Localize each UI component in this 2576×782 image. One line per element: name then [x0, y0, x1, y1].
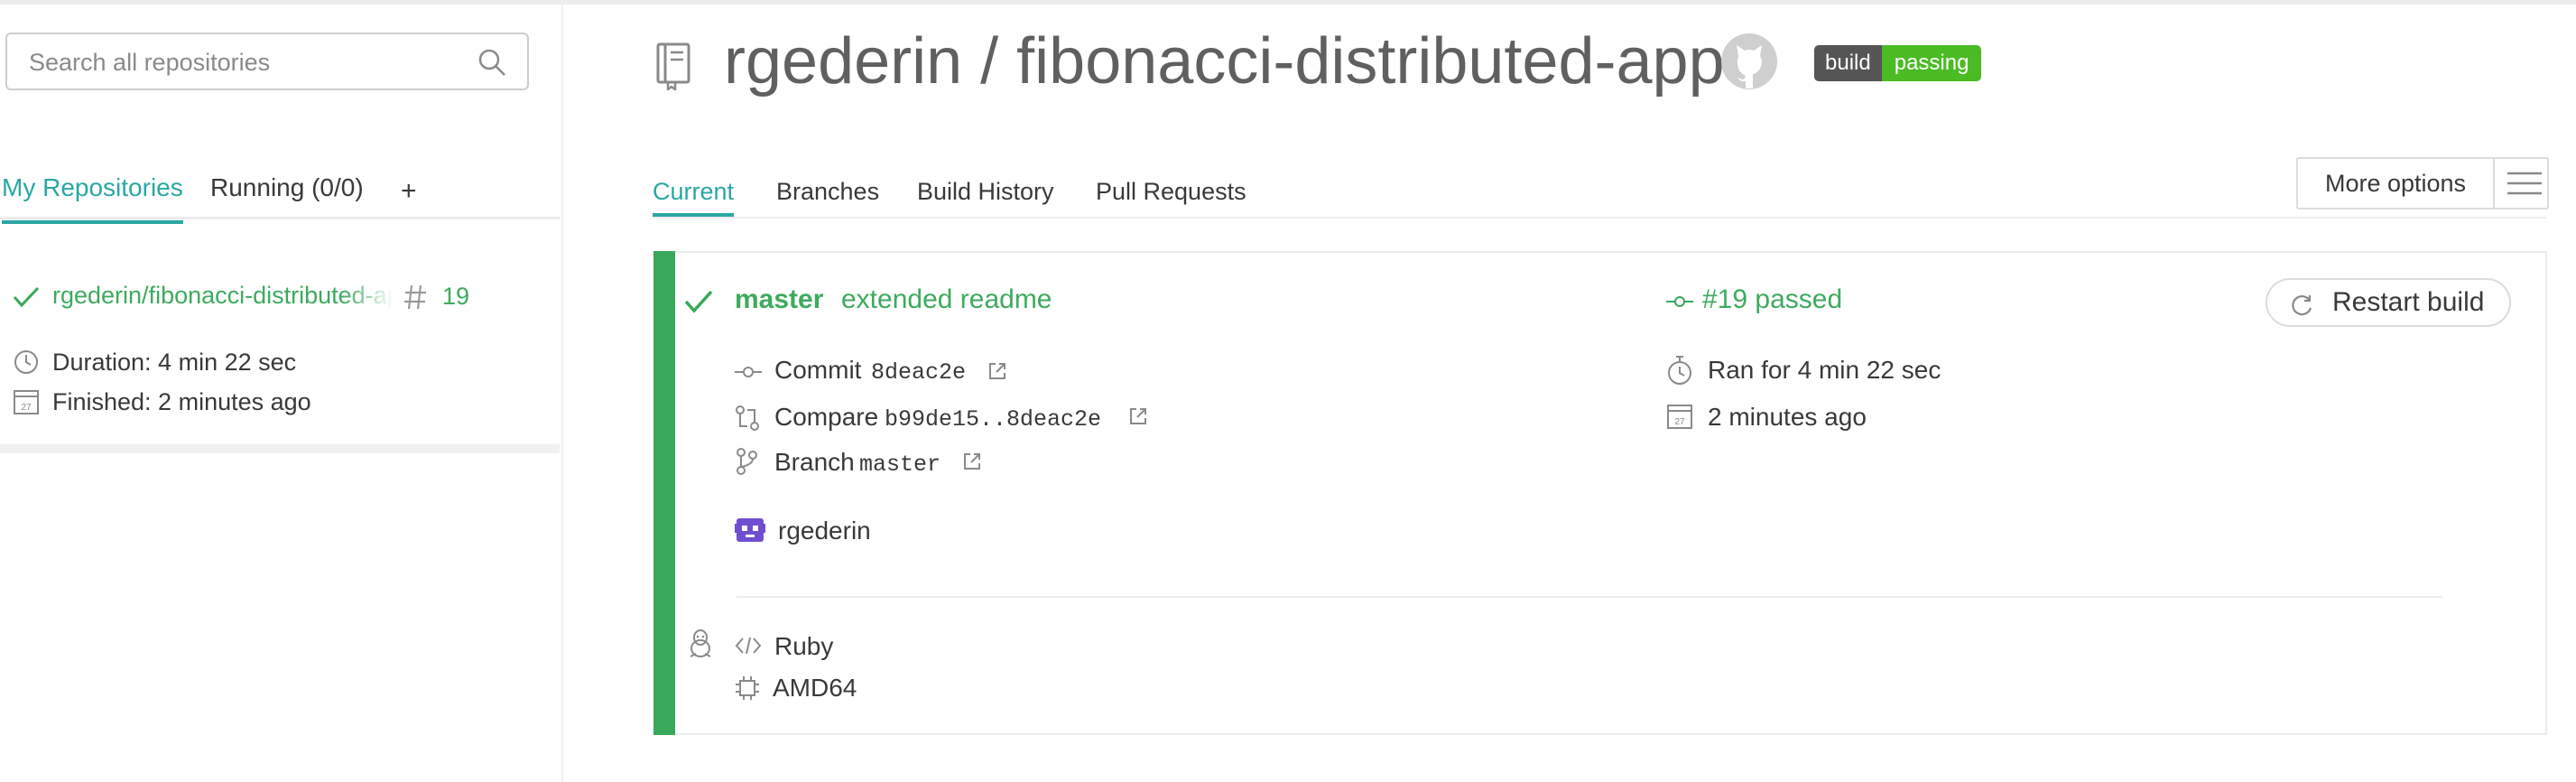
compare-range-link[interactable]: b99de15..8deac2e — [885, 406, 1101, 433]
page-title: rgederin / fibonacci-distributed-app — [724, 25, 1725, 98]
restart-build-label: Restart build — [2332, 287, 2485, 317]
branch-value-link[interactable]: master — [859, 452, 941, 478]
tabs-divider — [653, 217, 2546, 219]
hash-icon — [403, 284, 428, 311]
tab-build-history[interactable]: Build History — [917, 173, 1054, 209]
sidebar-finished: Finished: 2 minutes ago — [52, 388, 311, 415]
tabs-divider — [0, 217, 560, 219]
github-icon[interactable] — [1720, 33, 1778, 90]
svg-text:27: 27 — [21, 403, 32, 413]
repo-book-icon — [655, 42, 693, 90]
build-branch-link[interactable]: master — [735, 284, 823, 316]
build-status-bar — [653, 251, 675, 735]
more-options-separator — [2493, 159, 2495, 208]
commit-message: extended readme — [841, 284, 1052, 314]
badge-status: passing — [1881, 45, 1982, 81]
commit-label: Commit — [774, 356, 862, 384]
language: Ruby — [774, 632, 834, 660]
calendar-icon: 27 — [13, 388, 40, 415]
sidebar-repo-link[interactable]: rgederin/fibonacci-distributed-app — [52, 282, 394, 310]
stopwatch-icon — [1666, 354, 1693, 386]
branch-label: Branch — [774, 448, 855, 476]
tab-branches[interactable]: Branches — [776, 173, 879, 209]
search-input[interactable]: Search all repositories — [5, 33, 529, 90]
calendar-icon: 27 — [1666, 403, 1693, 430]
commit-icon — [735, 363, 762, 381]
svg-text:27: 27 — [1674, 417, 1685, 427]
external-link-icon[interactable] — [1128, 406, 1148, 426]
search-placeholder: Search all repositories — [29, 49, 271, 76]
build-panel — [653, 251, 2547, 735]
sidebar-build-number[interactable]: 19 — [442, 282, 469, 311]
sidebar: Search all repositories My Repositories … — [0, 0, 563, 782]
panel-divider — [737, 596, 2442, 598]
passed-check-icon — [684, 289, 713, 314]
compare-label: Compare — [774, 403, 879, 431]
tab-pull-requests[interactable]: Pull Requests — [1096, 173, 1246, 209]
active-tab-indicator — [653, 213, 734, 217]
more-options-label: More options — [2324, 170, 2467, 197]
branch-icon — [735, 448, 758, 475]
restart-icon — [2289, 293, 2314, 318]
commit-hash-link[interactable]: 8deac2e — [871, 359, 966, 386]
author-name: rgederin — [778, 517, 871, 545]
compare-icon — [735, 405, 760, 432]
code-icon — [735, 636, 762, 656]
build-status-link[interactable]: #19 passed — [1702, 284, 1842, 316]
finished-time: 2 minutes ago — [1708, 403, 1867, 431]
build-status-badge[interactable]: build passing — [1814, 45, 1982, 81]
sidebar-duration: Duration: 4 min 22 sec — [52, 349, 297, 376]
badge-label: build — [1814, 45, 1882, 81]
commit-icon — [1666, 293, 1693, 311]
check-icon — [13, 285, 40, 309]
hamburger-menu-icon[interactable] — [2507, 170, 2542, 197]
clock-icon — [13, 349, 40, 376]
linux-icon — [688, 628, 713, 659]
more-options-button[interactable]: More options — [2296, 157, 2549, 209]
tab-current[interactable]: Current — [653, 173, 734, 209]
external-link-icon[interactable] — [962, 452, 982, 471]
restart-build-button[interactable]: Restart build — [2266, 278, 2511, 327]
avatar — [735, 515, 765, 545]
architecture: AMD64 — [773, 674, 857, 702]
external-link-icon[interactable] — [987, 361, 1007, 381]
ran-for: Ran for 4 min 22 sec — [1708, 356, 1941, 384]
cpu-icon — [735, 675, 760, 701]
sidebar-separator — [0, 444, 560, 453]
tab-my-repositories[interactable]: My Repositories — [2, 170, 183, 224]
search-icon[interactable] — [477, 47, 507, 78]
tab-running[interactable]: Running (0/0) — [210, 170, 364, 220]
